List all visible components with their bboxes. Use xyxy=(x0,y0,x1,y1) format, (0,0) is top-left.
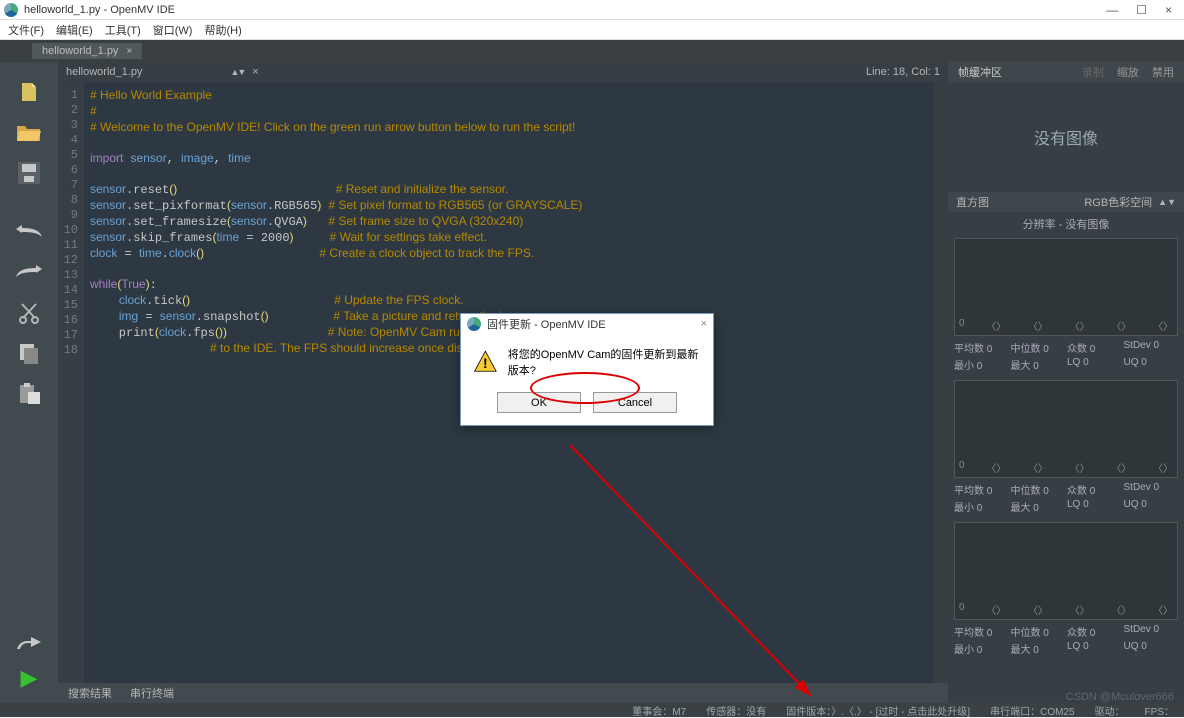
tab-serial-terminal[interactable]: 串行终端 xyxy=(130,685,174,701)
resolution-label: 分辨率 - 没有图像 xyxy=(948,212,1184,236)
close-button[interactable]: × xyxy=(1165,3,1172,17)
framebuffer-header: 帧缓冲区 录制 缩放 禁用 xyxy=(948,62,1184,82)
connect-icon[interactable] xyxy=(14,629,44,655)
colorspace-combo[interactable]: RGB色彩空间 ▲▼ xyxy=(1084,194,1176,210)
menu-tool[interactable]: 工具(T) xyxy=(105,22,141,38)
status-sensor: 传感器：没有 xyxy=(706,703,766,718)
histogram-header: 直方图 RGB色彩空间 ▲▼ xyxy=(948,192,1184,212)
run-button-icon[interactable]: ▶ xyxy=(14,665,44,691)
status-port: 串行端口：COM25 xyxy=(990,703,1074,718)
editor-scrollbar[interactable] xyxy=(934,82,948,683)
svg-text:!: ! xyxy=(483,355,488,371)
firmware-update-dialog: 固件更新 - OpenMV IDE × ! 将您的OpenMV Cam的固件更新… xyxy=(460,313,714,426)
cut-icon[interactable] xyxy=(14,300,44,326)
window-controls: — ☐ × xyxy=(1098,3,1180,17)
file-dropdown-icon[interactable]: ▲▼ xyxy=(230,67,244,77)
tab-file[interactable]: helloworld_1.py × xyxy=(32,43,142,59)
paste-icon[interactable] xyxy=(14,380,44,406)
file-close-icon[interactable]: × xyxy=(252,66,258,78)
dialog-title: 固件更新 - OpenMV IDE xyxy=(487,316,606,332)
tab-strip: helloworld_1.py × xyxy=(0,40,1184,62)
line-gutter: 1 2 3 4 5 6 7 8 9 10 11 12 13 14 15 16 1… xyxy=(58,82,84,683)
undo-icon[interactable] xyxy=(14,220,44,246)
title-bar: helloworld_1.py - OpenMV IDE — ☐ × xyxy=(0,0,1184,20)
new-file-icon[interactable] xyxy=(14,80,44,106)
left-sidebar: ▶ xyxy=(0,62,58,703)
dialog-title-bar: 固件更新 - OpenMV IDE × xyxy=(461,314,713,334)
histogram-stats: 平均数 0中位数 0众数 0StDev 0最小 0最大 0LQ 0UQ 0 xyxy=(948,622,1184,662)
disable-button[interactable]: 禁用 xyxy=(1152,67,1174,79)
menu-help[interactable]: 帮助(H) xyxy=(204,22,241,38)
right-panel: 帧缓冲区 录制 缩放 禁用 没有图像 直方图 RGB色彩空间 ▲▼ 分辨率 - … xyxy=(948,62,1184,703)
tab-label: helloworld_1.py xyxy=(42,45,118,57)
framebuffer-label: 帧缓冲区 xyxy=(958,64,1002,80)
histogram-chart: 0〈〉〈〉〈〉〈〉〈〉 xyxy=(954,380,1178,478)
menu-edit[interactable]: 编辑(E) xyxy=(56,22,93,38)
minimize-button[interactable]: — xyxy=(1106,3,1118,17)
dialog-close-icon[interactable]: × xyxy=(701,318,707,330)
window-title: helloworld_1.py - OpenMV IDE xyxy=(24,4,175,16)
histogram-chart: 0〈〉〈〉〈〉〈〉〈〉 xyxy=(954,522,1178,620)
histogram-stats: 平均数 0中位数 0众数 0StDev 0最小 0最大 0LQ 0UQ 0 xyxy=(948,338,1184,378)
line-col-indicator: Line: 18, Col: 1 xyxy=(866,66,940,78)
status-firmware[interactable]: 固件版本：〉.〈.〉 - [过时 - 点击此处升级] xyxy=(786,703,970,718)
tab-search-results[interactable]: 搜索结果 xyxy=(68,685,112,701)
status-drive: 驱动： xyxy=(1095,703,1125,718)
menu-window[interactable]: 窗口(W) xyxy=(153,22,193,38)
status-board: 董事会：M7 xyxy=(632,703,686,718)
no-image-placeholder: 没有图像 xyxy=(948,82,1184,192)
status-bar: 董事会：M7 传感器：没有 固件版本：〉.〈.〉 - [过时 - 点击此处升级]… xyxy=(0,703,1184,717)
tab-close-icon[interactable]: × xyxy=(126,46,132,57)
status-fps: FPS： xyxy=(1145,703,1174,718)
filename-label: helloworld_1.py xyxy=(66,66,222,78)
file-header: helloworld_1.py ▲▼ × Line: 18, Col: 1 xyxy=(58,62,948,82)
menu-bar: 文件(F) 编辑(E) 工具(T) 窗口(W) 帮助(H) xyxy=(0,20,1184,40)
copy-icon[interactable] xyxy=(14,340,44,366)
warning-icon: ! xyxy=(473,348,498,376)
open-folder-icon[interactable] xyxy=(14,120,44,146)
zoom-button[interactable]: 缩放 xyxy=(1117,67,1139,79)
histogram-chart: 0〈〉〈〉〈〉〈〉〈〉 xyxy=(954,238,1178,336)
annotation-circle xyxy=(530,372,640,404)
maximize-button[interactable]: ☐ xyxy=(1136,3,1147,17)
menu-file[interactable]: 文件(F) xyxy=(8,22,44,38)
bottom-tabs: 搜索结果 串行终端 xyxy=(58,683,948,703)
histogram-label: 直方图 xyxy=(956,194,989,210)
app-logo-icon xyxy=(4,3,18,17)
watermark: CSDN @Mculover666 xyxy=(1066,691,1174,703)
redo-icon[interactable] xyxy=(14,260,44,286)
colorspace-value: RGB色彩空间 xyxy=(1084,194,1152,210)
save-icon[interactable] xyxy=(14,160,44,186)
histogram-stats: 平均数 0中位数 0众数 0StDev 0最小 0最大 0LQ 0UQ 0 xyxy=(948,480,1184,520)
dialog-logo-icon xyxy=(467,317,481,331)
